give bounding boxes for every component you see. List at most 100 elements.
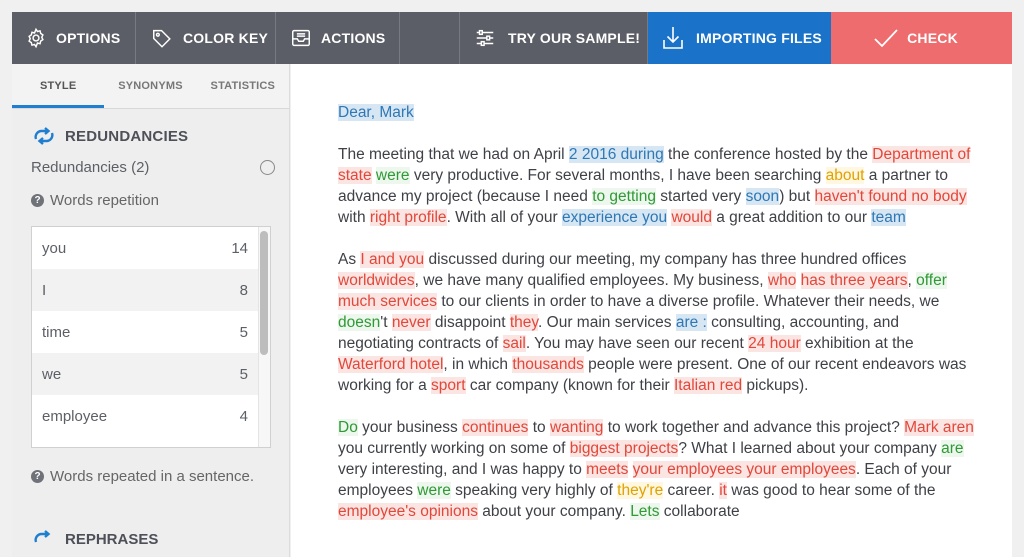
issue-highlight[interactable]: are [941, 440, 964, 457]
issue-highlight[interactable]: never [391, 314, 431, 331]
issue-highlight[interactable]: doesn [338, 314, 381, 331]
redundancies-row[interactable]: Redundancies (2) [31, 159, 275, 176]
document-body[interactable]: Dear, Mark The meeting that we had on Apr… [338, 102, 978, 543]
inbox-icon [292, 29, 310, 47]
issue-highlight[interactable]: experience you [562, 209, 668, 226]
color-key-button[interactable]: COLOR KEY [136, 12, 276, 64]
sidebar-tabs: STYLE SYNONYMS STATISTICS [12, 64, 289, 109]
list-item-word: time [42, 323, 71, 341]
list-item-word: employee [42, 407, 108, 425]
actions-button[interactable]: ACTIONS [276, 12, 400, 64]
text-run: . You may have seen our recent [525, 335, 749, 352]
question-icon: ? [31, 194, 44, 207]
try-sample-button[interactable]: TRY OUR SAMPLE! [460, 12, 648, 64]
refresh-icon [34, 127, 54, 145]
redundancies-radio[interactable] [260, 160, 275, 175]
text-run: started very [655, 188, 746, 205]
issue-highlight[interactable]: Dear, Mark [338, 104, 414, 121]
text-run: collaborate [659, 503, 740, 520]
issue-highlight[interactable]: were [375, 167, 410, 184]
text-run: The meeting that we had on April [338, 146, 569, 163]
importing-files-button[interactable]: IMPORTING FILES [648, 12, 831, 64]
issue-highlight[interactable]: meets [586, 461, 629, 478]
question-icon: ? [31, 470, 44, 483]
text-run: with [338, 209, 370, 226]
issue-highlight[interactable]: Do [338, 419, 358, 436]
try-sample-label: TRY OUR SAMPLE! [508, 30, 641, 46]
list-item[interactable]: we 5 [32, 353, 270, 395]
text-editor[interactable]: Dear, Mark The meeting that we had on Apr… [291, 64, 1012, 557]
issue-highlight[interactable]: worldwides [338, 272, 415, 289]
issue-highlight[interactable]: much services [338, 293, 438, 310]
issue-highlight[interactable]: about [825, 167, 865, 184]
tab-statistics[interactable]: STATISTICS [197, 64, 289, 108]
issue-highlight[interactable]: Lets [630, 503, 660, 520]
list-item-word: we [42, 365, 62, 383]
list-scrollbar-thumb[interactable] [260, 231, 268, 355]
issue-highlight[interactable]: your employees your employees [632, 461, 856, 478]
list-item[interactable]: employee 4 [32, 395, 270, 437]
repeated-words-list[interactable]: you 14 I 8 time 5 we 5 employee 4 [31, 226, 271, 448]
top-toolbar: OPTIONS COLOR KEY ACTIONS TRY OUR SAMPLE… [12, 12, 1012, 64]
issue-highlight[interactable]: 24 hour [748, 335, 801, 352]
issue-highlight[interactable]: would [671, 209, 712, 226]
issue-highlight[interactable]: biggest projects [569, 440, 679, 457]
options-button[interactable]: OPTIONS [12, 12, 136, 64]
list-item-word: you [42, 239, 67, 257]
words-repetition-hint: ? Words repetition [31, 192, 289, 209]
issue-highlight[interactable]: 2 2016 during [568, 146, 664, 163]
issue-highlight[interactable]: right profile [369, 209, 447, 226]
rephrases-header[interactable]: REPHRASES [31, 530, 289, 548]
redundancies-label: Redundancies (2) [31, 159, 150, 176]
issue-highlight[interactable]: I and you [360, 251, 425, 268]
issue-highlight[interactable]: were [417, 482, 451, 499]
text-run: ) but [779, 188, 815, 205]
tab-style[interactable]: STYLE [12, 64, 105, 108]
rephrases-title: REPHRASES [65, 530, 159, 548]
rephrase-icon [34, 530, 51, 543]
issue-highlight[interactable]: sport [431, 377, 466, 394]
text-run: disappoint [430, 314, 510, 331]
issue-highlight[interactable]: it [719, 482, 727, 499]
issue-highlight[interactable]: offer [916, 272, 947, 289]
issue-highlight[interactable]: continues [462, 419, 529, 436]
text-run: about your company. [477, 503, 631, 520]
document-paragraph: Dear, Mark [338, 102, 978, 123]
issue-highlight[interactable]: employee's opinions [338, 503, 478, 520]
text-run: , we have many qualified employees. My b… [414, 272, 768, 289]
issue-highlight[interactable]: haven't found no body [814, 188, 967, 205]
issue-highlight[interactable]: to getting [592, 188, 656, 205]
words-repetition-label: Words repetition [50, 192, 159, 209]
issue-highlight[interactable]: Italian red [674, 377, 743, 394]
issue-highlight[interactable]: they're [617, 482, 664, 499]
gear-icon [28, 27, 44, 49]
issue-highlight[interactable]: thousands [512, 356, 584, 373]
tab-synonyms[interactable]: SYNONYMS [104, 64, 196, 108]
issue-highlight[interactable]: Waterford hotel [338, 356, 444, 373]
check-button[interactable]: CHECK [831, 12, 1012, 64]
text-run: the conference hosted by the [663, 146, 873, 163]
list-item-count: 8 [239, 281, 248, 299]
issue-highlight[interactable]: they [509, 314, 539, 331]
list-scrollbar[interactable] [258, 227, 270, 447]
list-item[interactable]: you 14 [32, 227, 270, 269]
document-paragraph: As I and you discussed during our meetin… [338, 249, 978, 396]
list-item[interactable]: I 8 [32, 269, 270, 311]
issue-highlight[interactable]: wanting [549, 419, 604, 436]
text-run: 't [380, 314, 392, 331]
issue-highlight[interactable]: has three years [800, 272, 908, 289]
redundancies-header[interactable]: REDUNDANCIES [31, 127, 289, 145]
issue-highlight[interactable]: team [871, 209, 906, 226]
issue-highlight[interactable]: Mark aren [904, 419, 974, 436]
text-run: . Our main services [538, 314, 676, 331]
issue-highlight[interactable]: who [767, 272, 797, 289]
tag-icon [153, 29, 171, 48]
text-run: exhibition at the [800, 335, 914, 352]
text-run [796, 272, 800, 289]
issue-highlight[interactable]: are : [675, 314, 707, 331]
words-in-sentence-label: Words repeated in a sentence. [50, 468, 255, 485]
issue-highlight[interactable]: sail [502, 335, 526, 352]
text-run: career. [663, 482, 720, 499]
list-item[interactable]: time 5 [32, 311, 270, 353]
issue-highlight[interactable]: soon [745, 188, 780, 205]
